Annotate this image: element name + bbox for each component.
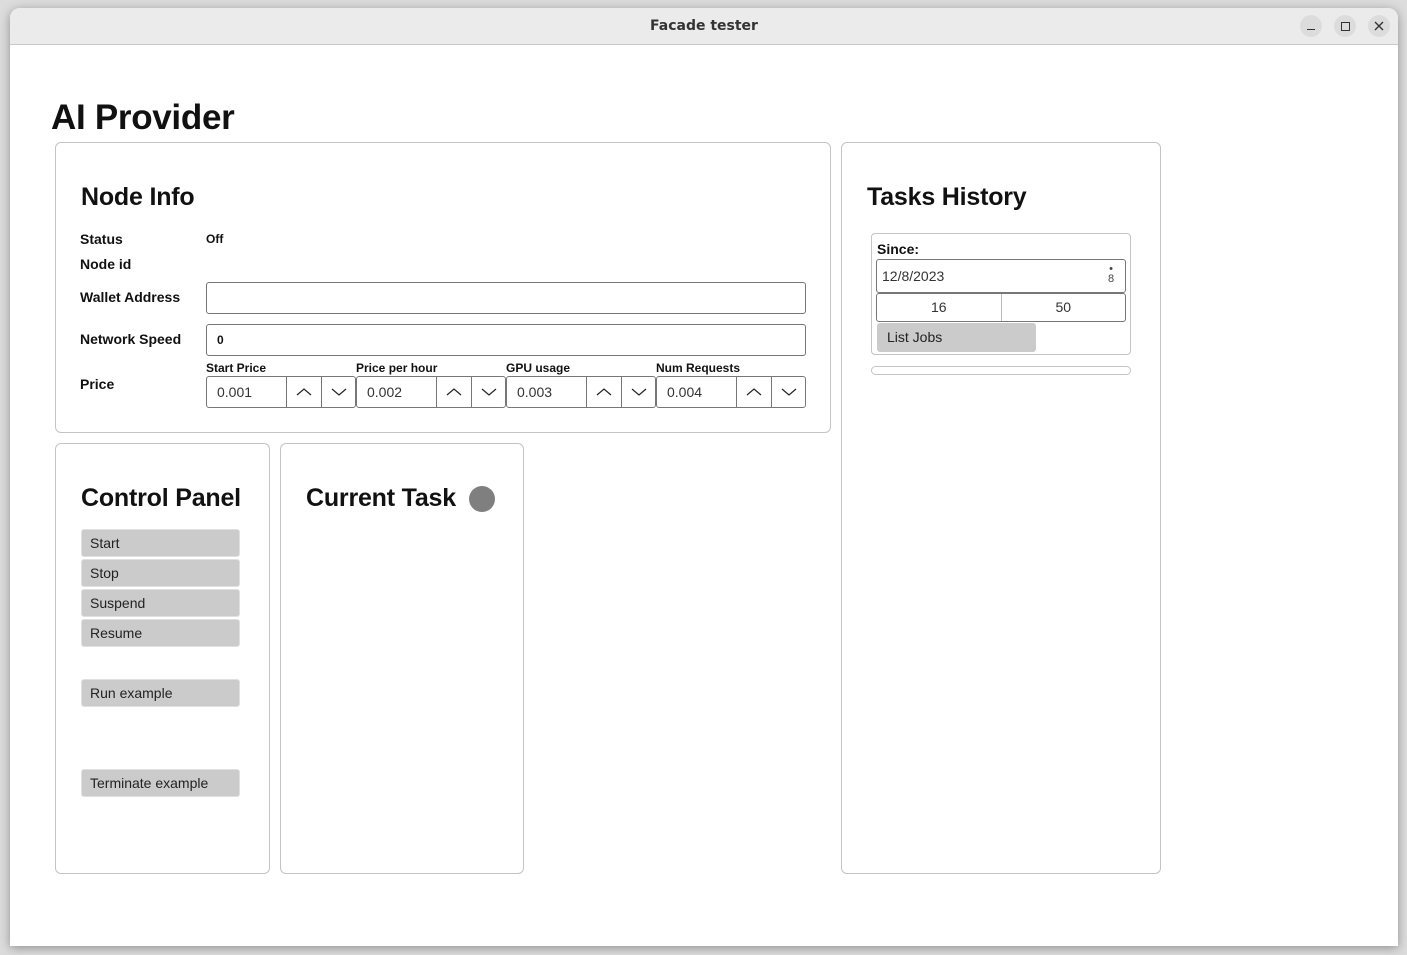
control-panel-card: Control Panel Start Stop Suspend Resume … — [55, 443, 270, 874]
wallet-address-label: Wallet Address — [80, 289, 181, 305]
start-price-input[interactable]: 0.001 — [207, 377, 288, 407]
gpu-usage-input[interactable]: 0.003 — [507, 377, 588, 407]
since-date-value: 12/8/2023 — [882, 268, 945, 284]
num-requests-input[interactable]: 0.004 — [657, 377, 738, 407]
terminate-example-button[interactable]: Terminate example — [81, 769, 240, 797]
main-content: AI Provider Node Info Status Off Node id… — [10, 45, 1398, 946]
run-example-button[interactable]: Run example — [81, 679, 240, 707]
start-price-group: Start Price 0.001 — [206, 361, 356, 408]
chevron-down-icon — [481, 388, 496, 396]
status-label: Status — [80, 231, 123, 247]
stop-button[interactable]: Stop — [81, 559, 240, 587]
num-requests-label: Num Requests — [656, 361, 741, 375]
gpu-usage-group: GPU usage 0.003 — [506, 361, 656, 408]
price-per-hour-spinbox: 0.002 — [356, 376, 506, 408]
network-speed-label: Network Speed — [80, 331, 182, 347]
chevron-down-icon — [781, 388, 796, 396]
date-spinner-value: 8 — [1107, 273, 1115, 285]
maximize-button[interactable] — [1334, 15, 1356, 37]
chevron-down-icon — [331, 388, 346, 396]
network-speed-input[interactable]: 0 — [206, 324, 806, 356]
chevron-up-icon — [746, 388, 762, 396]
price-label: Price — [80, 376, 115, 392]
since-label: Since: — [877, 241, 920, 257]
chevron-up-icon — [446, 388, 462, 396]
price-per-hour-decrement[interactable] — [471, 377, 505, 407]
start-price-spinbox: 0.001 — [206, 376, 356, 408]
date-spinner[interactable]: • 8 — [1107, 264, 1115, 285]
since-date-input[interactable]: 12/8/2023 • 8 — [876, 259, 1126, 293]
suspend-button[interactable]: Suspend — [81, 589, 240, 617]
start-price-decrement[interactable] — [321, 377, 355, 407]
hour-field[interactable]: 16 — [877, 294, 1001, 321]
status-value: Off — [206, 232, 224, 246]
chevron-up-icon — [296, 388, 312, 396]
num-requests-increment[interactable] — [737, 377, 771, 407]
price-per-hour-input[interactable]: 0.002 — [357, 377, 438, 407]
gpu-usage-increment[interactable] — [587, 377, 621, 407]
node-id-label: Node id — [80, 256, 132, 272]
control-panel-heading: Control Panel — [81, 484, 241, 512]
current-task-card: Current Task — [280, 443, 524, 874]
since-filter-box: Since: 12/8/2023 • 8 16 50 List Jobs — [871, 233, 1131, 355]
gpu-usage-label: GPU usage — [506, 361, 571, 375]
close-button[interactable] — [1368, 15, 1390, 37]
app-window: Facade tester AI Provider Node Info Stat… — [10, 8, 1398, 946]
chevron-down-icon — [631, 388, 646, 396]
num-requests-spinbox: 0.004 — [656, 376, 806, 408]
current-task-heading: Current Task — [306, 484, 456, 512]
node-info-heading: Node Info — [81, 183, 195, 211]
gpu-usage-spinbox: 0.003 — [506, 376, 656, 408]
jobs-progress-bar — [871, 366, 1131, 375]
tasks-history-heading: Tasks History — [867, 183, 1027, 211]
minute-field[interactable]: 50 — [1000, 294, 1126, 321]
gpu-usage-decrement[interactable] — [621, 377, 655, 407]
minimize-button[interactable] — [1300, 15, 1322, 37]
start-price-increment[interactable] — [287, 377, 321, 407]
node-info-card: Node Info Status Off Node id Wallet Addr… — [55, 142, 831, 433]
tasks-history-card: Tasks History Since: 12/8/2023 • 8 16 50… — [841, 142, 1161, 874]
close-icon — [1374, 21, 1384, 31]
price-per-hour-increment[interactable] — [437, 377, 471, 407]
list-jobs-button[interactable]: List Jobs — [877, 323, 1036, 352]
title-bar: Facade tester — [10, 8, 1398, 45]
minimize-icon — [1307, 28, 1315, 30]
resume-button[interactable]: Resume — [81, 619, 240, 647]
chevron-up-icon — [596, 388, 612, 396]
start-button[interactable]: Start — [81, 529, 240, 557]
since-time-input: 16 50 — [876, 293, 1126, 322]
task-status-indicator — [469, 486, 495, 512]
wallet-address-input[interactable] — [206, 282, 806, 314]
price-per-hour-group: Price per hour 0.002 — [356, 361, 506, 408]
window-title: Facade tester — [650, 18, 758, 34]
start-price-label: Start Price — [206, 361, 267, 375]
num-requests-group: Num Requests 0.004 — [656, 361, 806, 408]
page-title: AI Provider — [51, 98, 235, 137]
num-requests-decrement[interactable] — [771, 377, 805, 407]
maximize-icon — [1340, 21, 1350, 31]
price-per-hour-label: Price per hour — [356, 361, 438, 375]
